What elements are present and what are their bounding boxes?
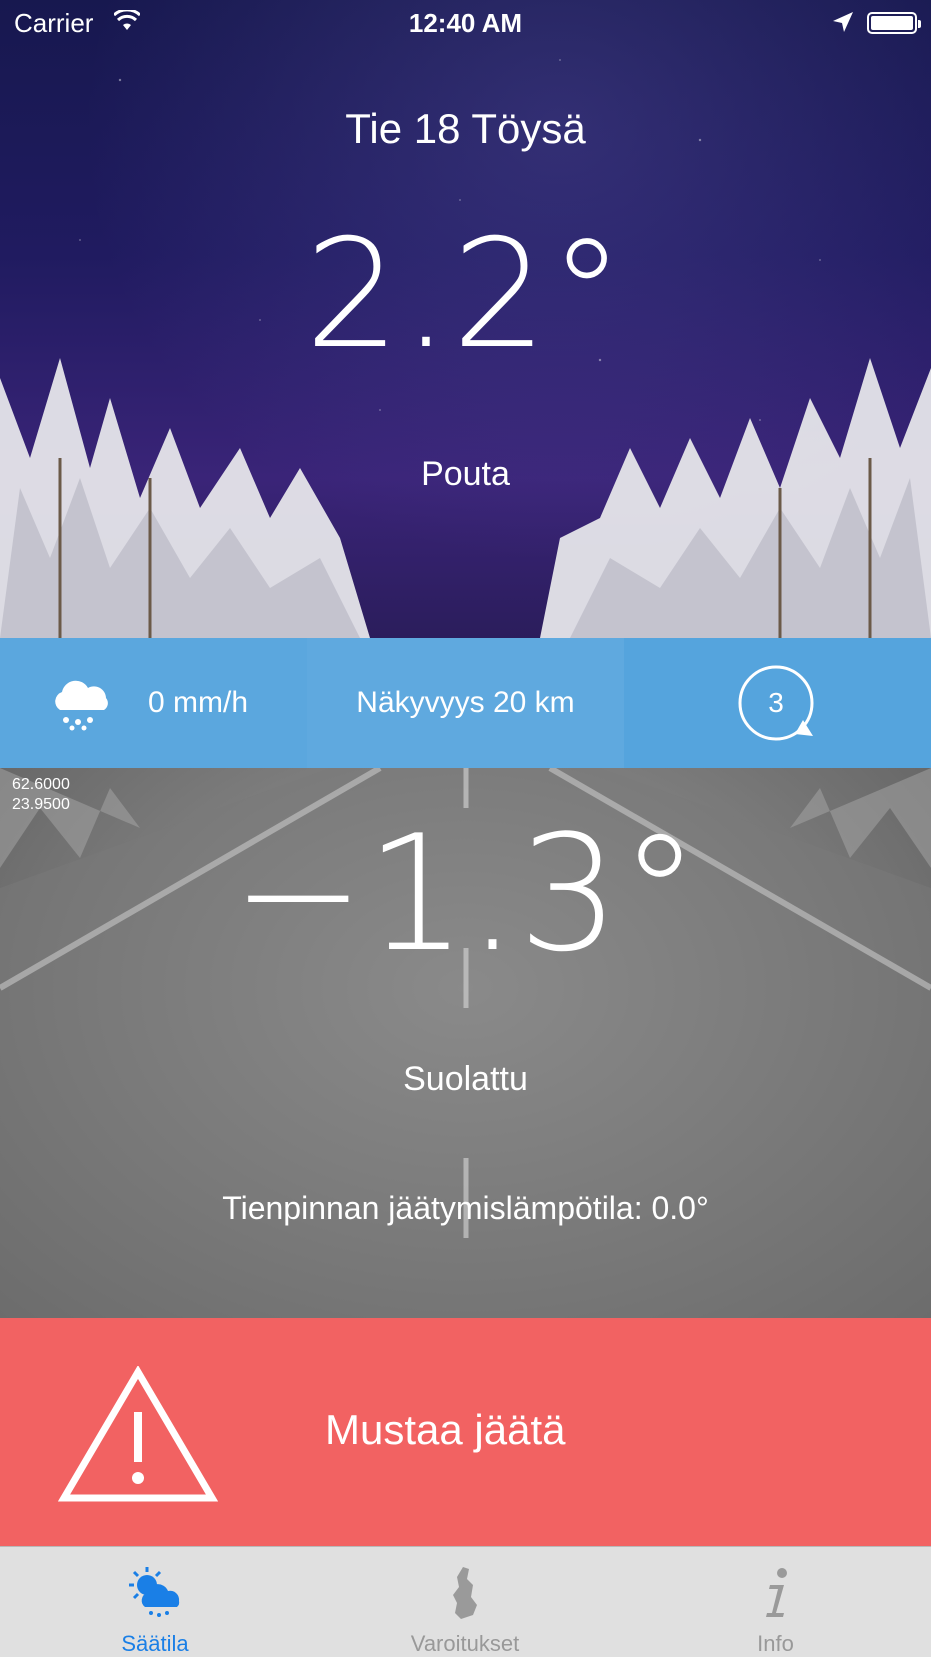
warning-triangle-icon [58, 1366, 218, 1502]
station-name: Tie 18 Töysä [345, 105, 586, 152]
wind-speed-value: 3 [768, 687, 784, 718]
warning-banner[interactable]: Mustaa jäätä [0, 1318, 931, 1546]
finland-map-icon [453, 1567, 477, 1619]
latitude: 62.6000 [12, 776, 70, 793]
status-time: 12:40 AM [408, 8, 523, 38]
air-temperature: 2.2° [304, 208, 627, 382]
tab-varoitukset[interactable]: Varoitukset [310, 1547, 620, 1657]
rain-cloud-icon [55, 680, 108, 731]
coordinates: 62.6000 23.9500 [12, 775, 70, 815]
tab-saatila[interactable]: Säätila [0, 1547, 310, 1657]
road-condition: Suolattu [403, 1060, 528, 1098]
weather-condition: Pouta [421, 455, 510, 493]
location-arrow-icon [833, 12, 853, 32]
weather-icon [129, 1567, 180, 1617]
visibility-value: Näkyvyys 20 km [356, 686, 575, 719]
tab-label: Säätila [121, 1631, 189, 1656]
tab-label: Varoitukset [410, 1631, 520, 1656]
info-icon [765, 1568, 787, 1617]
battery-icon [867, 12, 921, 34]
road-temperature: −1.3° [231, 800, 700, 987]
status-bar: Carrier 12:40 AM [0, 0, 931, 44]
tab-info[interactable]: Info [620, 1547, 931, 1657]
tab-label: Info [757, 1631, 794, 1656]
tab-bar: Säätila Varoitukset Info [0, 1546, 931, 1657]
precipitation-value: 0 mm/h [148, 686, 249, 719]
longitude: 23.9500 [12, 796, 70, 813]
freezing-point: Tienpinnan jäätymislämpötila: 0.0° [222, 1190, 709, 1226]
warning-text: Mustaa jäätä [325, 1406, 566, 1453]
